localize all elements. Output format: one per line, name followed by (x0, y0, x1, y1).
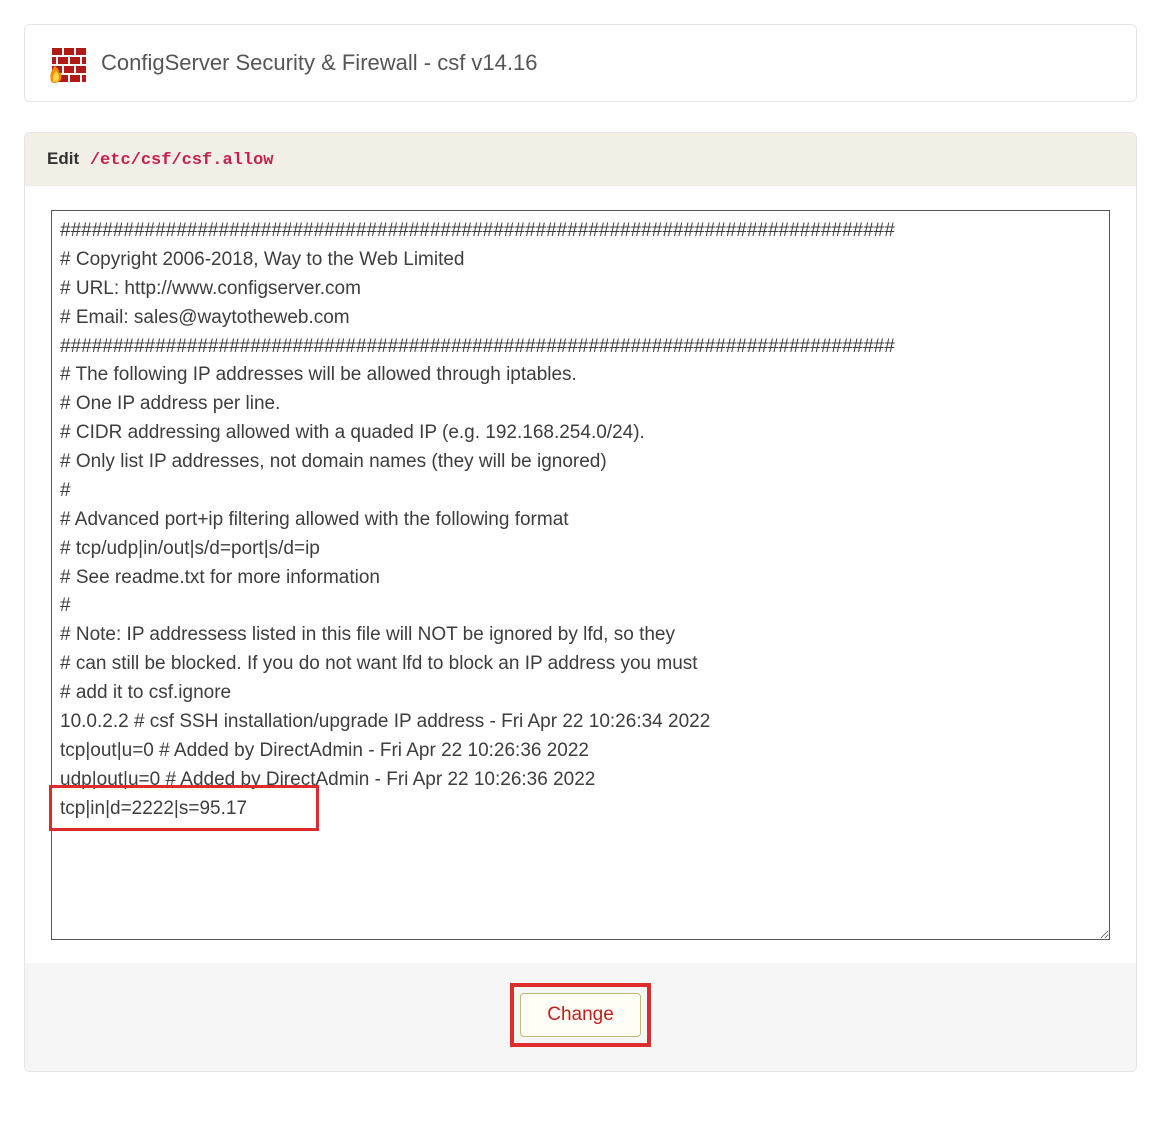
app-title: ConfigServer Security & Firewall - csf v… (101, 50, 538, 76)
change-button[interactable]: Change (520, 993, 641, 1037)
file-content-textarea[interactable] (51, 210, 1110, 940)
editor-footer: Change (25, 963, 1136, 1071)
firewall-icon (47, 43, 87, 83)
annotation-highlight-button: Change (510, 983, 651, 1047)
editor-header: Edit /etc/csf/csf.allow (25, 133, 1136, 186)
app-header: ConfigServer Security & Firewall - csf v… (24, 24, 1137, 102)
file-path: /etc/csf/csf.allow (90, 151, 274, 170)
file-editor-panel: Edit /etc/csf/csf.allow Change (24, 132, 1137, 1072)
edit-label: Edit (47, 149, 79, 168)
